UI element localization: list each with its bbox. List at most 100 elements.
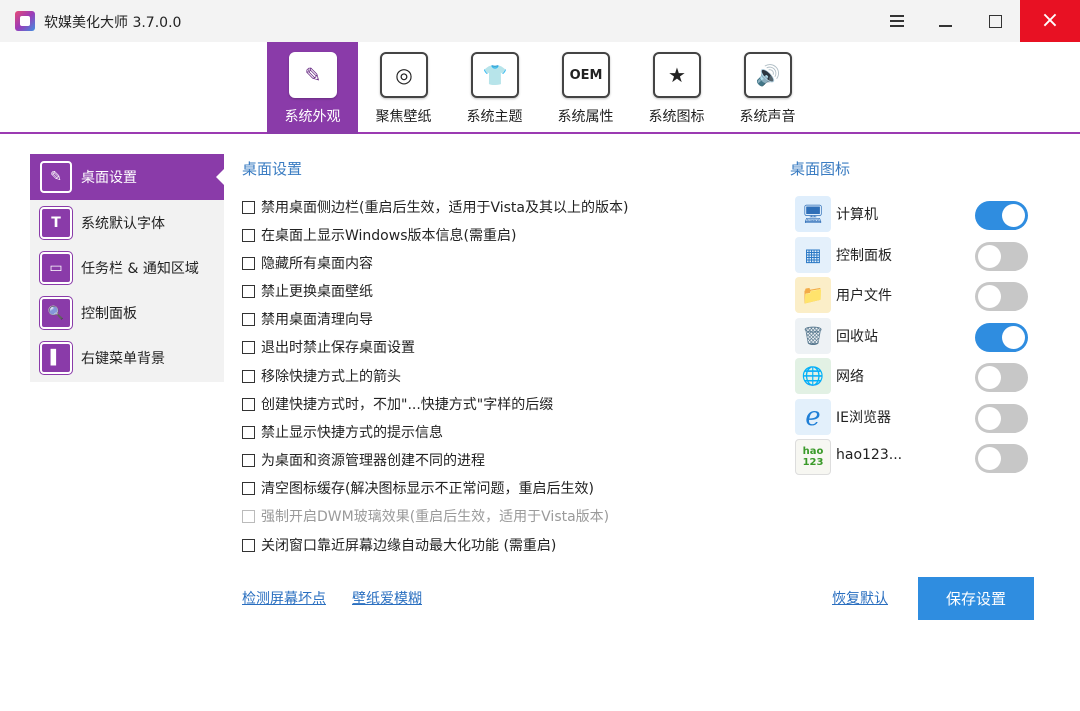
toggle-switch[interactable]: [975, 201, 1028, 230]
sidebar-item-context-menu[interactable]: ▌ 右键菜单背景: [30, 335, 224, 381]
checkbox[interactable]: [242, 256, 255, 270]
checkbox[interactable]: [242, 200, 255, 214]
sidebar-item-desktop-settings[interactable]: ✎ 桌面设置: [30, 154, 224, 200]
user-folder-icon: 📁: [795, 277, 831, 313]
sidebar-item-control-panel[interactable]: 🔍 控制面板: [30, 290, 224, 336]
desktop-icon-label: 回收站: [836, 329, 878, 345]
option-row[interactable]: 禁止更换桌面壁纸: [242, 280, 373, 302]
desktop-icon-label: 用户文件: [836, 288, 892, 304]
wallpaper-focus-icon: ◎: [380, 52, 428, 98]
option-label: 强制开启DWM玻璃效果(重启后生效，适用于Vista版本): [261, 509, 610, 525]
menu-icon: [890, 15, 904, 27]
sidebar-item-label: 系统默认字体: [81, 216, 165, 232]
option-label: 创建快捷方式时，不加"...快捷方式"字样的后缀: [261, 397, 554, 413]
tab-focus-wallpaper[interactable]: ◎ 聚焦壁纸: [358, 42, 449, 134]
desktop-icon-label: 网络: [836, 369, 864, 385]
network-icon: 🌐: [795, 358, 831, 394]
option-label: 禁止显示快捷方式的提示信息: [261, 425, 443, 441]
checkbox[interactable]: [242, 538, 255, 552]
tab-label: 系统图标: [648, 109, 705, 125]
minimize-button[interactable]: [920, 0, 970, 42]
desktop-icon-label: 计算机: [836, 207, 878, 223]
desktop-icon-row-control-panel: ▦ 控制面板: [795, 235, 1035, 275]
option-label: 退出时禁止保存桌面设置: [261, 340, 415, 356]
close-button[interactable]: ×: [1020, 0, 1080, 42]
toggle-switch[interactable]: [975, 444, 1028, 473]
tab-system-properties[interactable]: OEM 系统属性: [540, 42, 631, 134]
tab-system-appearance[interactable]: ✎ 系统外观: [267, 42, 358, 134]
tab-label: 系统主题: [466, 109, 523, 125]
checkbox: [242, 509, 255, 523]
option-label: 禁用桌面清理向导: [261, 312, 373, 328]
minimize-icon: [938, 25, 952, 27]
option-label: 移除快捷方式上的箭头: [261, 369, 401, 385]
toggle-switch[interactable]: [975, 323, 1028, 352]
desktop-icon-row-hao123: hao 123 hao123...: [795, 437, 1035, 477]
sidebar-item-taskbar[interactable]: ▭ 任务栏 & 通知区域: [30, 245, 224, 291]
menu-button[interactable]: [872, 0, 922, 42]
app-logo-icon: [15, 11, 35, 31]
checkbox[interactable]: [242, 228, 255, 242]
checkbox[interactable]: [242, 284, 255, 298]
checkbox[interactable]: [242, 453, 255, 467]
toggle-knob: [978, 366, 1001, 389]
option-label: 禁用桌面侧边栏(重启后生效，适用于Vista及其以上的版本): [261, 200, 629, 216]
restore-default-link[interactable]: 恢复默认: [832, 588, 888, 608]
toggle-switch[interactable]: [975, 404, 1028, 433]
desktop-icon-label: 控制面板: [836, 248, 892, 264]
toggle-knob: [978, 245, 1001, 268]
desktop-icon-row-ie-browser: e IE浏览器: [795, 397, 1035, 437]
section-title-desktop-settings: 桌面设置: [242, 160, 303, 178]
tab-label: 系统属性: [557, 109, 614, 125]
hao123-icon: hao 123: [795, 439, 831, 475]
option-row[interactable]: 移除快捷方式上的箭头: [242, 365, 401, 387]
top-nav: ✎ 系统外观 ◎ 聚焦壁纸 👕 系统主题 OEM 系统属性 ★ 系统图标 🔊 系…: [0, 42, 1080, 134]
toggle-switch[interactable]: [975, 363, 1028, 392]
checkbox[interactable]: [242, 481, 255, 495]
sidebar-item-label: 桌面设置: [81, 170, 137, 186]
wallpaper-link[interactable]: 壁纸爱模糊: [352, 588, 422, 608]
check-dead-pixels-link[interactable]: 检测屏幕坏点: [242, 588, 326, 608]
checkbox[interactable]: [242, 397, 255, 411]
option-row[interactable]: 在桌面上显示Windows版本信息(需重启): [242, 224, 516, 246]
toggle-knob: [978, 447, 1001, 470]
option-row[interactable]: 禁止显示快捷方式的提示信息: [242, 421, 443, 443]
tab-system-sounds[interactable]: 🔊 系统声音: [722, 42, 813, 134]
option-row[interactable]: 禁用桌面清理向导: [242, 308, 373, 330]
checkbox[interactable]: [242, 425, 255, 439]
tab-label: 系统声音: [739, 109, 796, 125]
desktop-icon-row-network: 🌐 网络: [795, 356, 1035, 396]
section-title-desktop-icons: 桌面图标: [790, 160, 851, 178]
checkbox[interactable]: [242, 312, 255, 326]
tab-label: 聚焦壁纸: [375, 109, 432, 125]
magnifier-icon: 🔍: [40, 297, 72, 329]
title-bar: 软媒美化大师 3.7.0.0 ×: [0, 0, 1080, 42]
option-row[interactable]: 隐藏所有桌面内容: [242, 252, 373, 274]
option-label: 隐藏所有桌面内容: [261, 256, 373, 272]
option-row[interactable]: 创建快捷方式时，不加"...快捷方式"字样的后缀: [242, 393, 553, 415]
checkbox[interactable]: [242, 340, 255, 354]
toggle-knob: [1002, 326, 1025, 349]
toggle-switch[interactable]: [975, 242, 1028, 271]
maximize-button[interactable]: [970, 0, 1020, 42]
tab-label: 系统外观: [284, 109, 341, 125]
option-row[interactable]: 为桌面和资源管理器创建不同的进程: [242, 449, 485, 471]
control-panel-icon: ▦: [795, 237, 831, 273]
tab-system-theme[interactable]: 👕 系统主题: [449, 42, 540, 134]
sidebar-item-label: 控制面板: [81, 306, 137, 322]
tab-system-icons[interactable]: ★ 系统图标: [631, 42, 722, 134]
speaker-icon: 🔊: [744, 52, 792, 98]
option-row[interactable]: 关闭窗口靠近屏幕边缘自动最大化功能 (需重启): [242, 534, 556, 556]
save-button[interactable]: 保存设置: [918, 577, 1034, 620]
option-row[interactable]: 禁用桌面侧边栏(重启后生效，适用于Vista及其以上的版本): [242, 196, 628, 218]
checkbox[interactable]: [242, 369, 255, 383]
option-label: 在桌面上显示Windows版本信息(需重启): [261, 228, 517, 244]
toggle-switch[interactable]: [975, 282, 1028, 311]
font-icon: T: [40, 207, 72, 239]
desktop-icon-row-user-files: 📁 用户文件: [795, 275, 1035, 315]
option-row[interactable]: 清空图标缓存(解决图标显示不正常问题，重启后生效): [242, 477, 594, 499]
star-icon: ★: [653, 52, 701, 98]
sidebar-item-default-font[interactable]: T 系统默认字体: [30, 200, 224, 246]
taskbar-icon: ▭: [40, 252, 72, 284]
option-row[interactable]: 退出时禁止保存桌面设置: [242, 336, 415, 358]
